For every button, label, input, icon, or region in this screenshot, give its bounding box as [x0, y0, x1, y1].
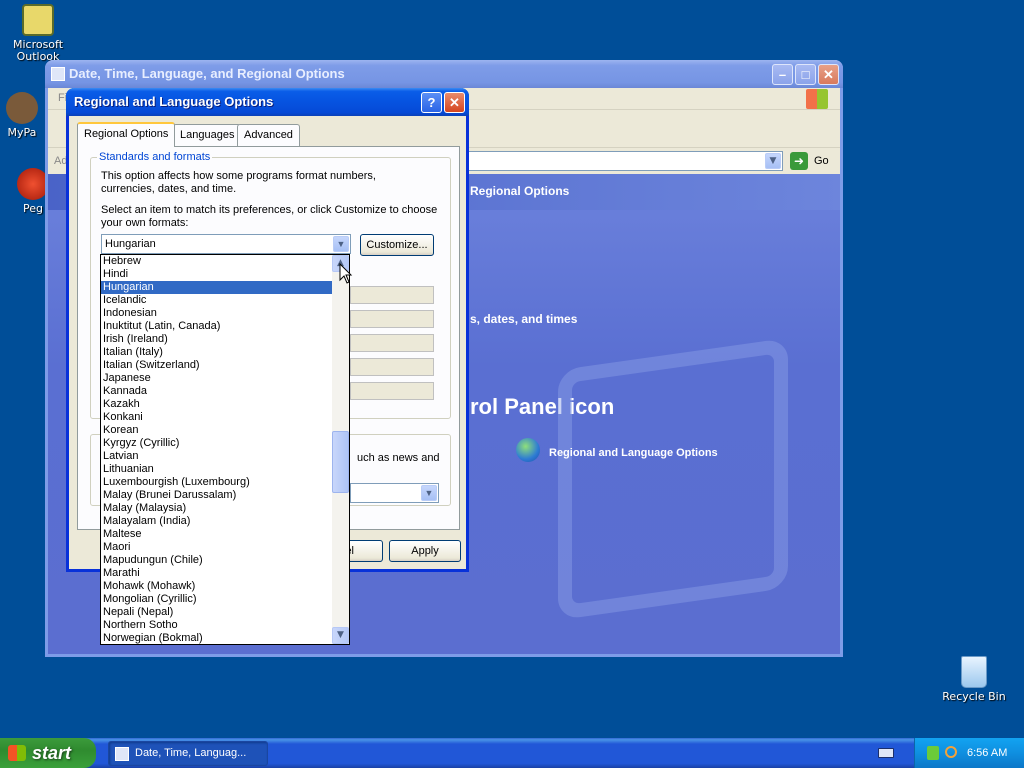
sample-field: [350, 286, 434, 304]
locale-list-item[interactable]: Korean: [101, 424, 333, 437]
locale-list-item[interactable]: Northern Sotho: [101, 619, 333, 632]
control-panel-icon: [115, 747, 129, 761]
windows-logo-icon: [806, 89, 828, 109]
locale-list-item[interactable]: Inuktitut (Latin, Canada): [101, 320, 333, 333]
sample-field: [350, 358, 434, 376]
windows-flag-icon: [8, 745, 26, 761]
taskbar-item-control-panel[interactable]: Date, Time, Languag...: [108, 741, 268, 766]
system-tray: 6:56 AM: [914, 738, 1024, 768]
desktop-icon-recycle-bin[interactable]: Recycle Bin: [936, 656, 1012, 703]
locale-list-item[interactable]: Norwegian (Bokmal): [101, 632, 333, 644]
watermark-graphic: [558, 337, 788, 621]
control-panel-titlebar[interactable]: Date, Time, Language, and Regional Optio…: [45, 60, 843, 88]
locale-list-item[interactable]: Italian (Switzerland): [101, 359, 333, 372]
locale-list-item[interactable]: Malay (Brunei Darussalam): [101, 489, 333, 502]
sample-field: [350, 334, 434, 352]
taskbar: start Date, Time, Languag... 6:56 AM: [0, 738, 1024, 768]
scroll-thumb[interactable]: [332, 431, 349, 493]
sample-field: [350, 382, 434, 400]
group-title: Standards and formats: [97, 151, 213, 163]
mouse-cursor-icon: [339, 263, 353, 284]
keyboard-icon[interactable]: [878, 748, 894, 758]
network-icon[interactable]: [927, 746, 939, 760]
taskbar-item-label: Date, Time, Languag...: [135, 747, 247, 759]
locale-list-item[interactable]: Icelandic: [101, 294, 333, 307]
locale-list-item[interactable]: Latvian: [101, 450, 333, 463]
app-shortcut-icon: [6, 92, 38, 124]
scroll-down-button[interactable]: ▼: [332, 627, 349, 644]
chevron-down-icon[interactable]: ▼: [765, 153, 781, 169]
search-icon[interactable]: [945, 746, 957, 758]
clock: 6:56 AM: [967, 747, 1008, 759]
tab-regional-options[interactable]: Regional Options: [77, 122, 176, 147]
locale-list-item[interactable]: Kazakh: [101, 398, 333, 411]
locale-list-item[interactable]: Irish (Ireland): [101, 333, 333, 346]
locale-list-item[interactable]: Italian (Italy): [101, 346, 333, 359]
locale-list-item[interactable]: Kyrgyz (Cyrillic): [101, 437, 333, 450]
locale-list-item[interactable]: Hungarian: [101, 281, 333, 294]
locale-list-item[interactable]: Mohawk (Mohawk): [101, 580, 333, 593]
customize-button[interactable]: Customize...: [360, 234, 434, 256]
select-description: Select an item to match its preferences,…: [101, 204, 438, 229]
maximize-button[interactable]: □: [795, 64, 816, 85]
task-link-fragment[interactable]: s, dates, and times: [470, 313, 577, 326]
locale-list-item[interactable]: Luxembourgish (Luxembourg): [101, 476, 333, 489]
start-button[interactable]: start: [0, 738, 96, 768]
start-label: start: [32, 743, 72, 763]
locale-select[interactable]: Hungarian ▼: [101, 234, 351, 254]
list-scrollbar[interactable]: ▲ ▼: [332, 255, 349, 644]
recycle-bin-icon: [961, 656, 987, 688]
dialog-titlebar[interactable]: Regional and Language Options ? ✕: [66, 88, 469, 116]
minimize-button[interactable]: –: [772, 64, 793, 85]
locale-list-item[interactable]: Indonesian: [101, 307, 333, 320]
dialog-title: Regional and Language Options: [74, 94, 274, 109]
locale-list-item[interactable]: Lithuanian: [101, 463, 333, 476]
locale-list-item[interactable]: Nepali (Nepal): [101, 606, 333, 619]
close-button[interactable]: ✕: [444, 92, 465, 113]
go-button[interactable]: ➜ Go: [790, 151, 834, 171]
locale-list-item[interactable]: Hebrew: [101, 255, 333, 268]
apply-button[interactable]: Apply: [389, 540, 461, 562]
locale-list-item[interactable]: Japanese: [101, 372, 333, 385]
locale-select-value: Hungarian: [105, 238, 156, 250]
locale-list-item[interactable]: Marathi: [101, 567, 333, 580]
location-description: uch as news and: [357, 452, 440, 464]
globe-icon: [516, 438, 540, 462]
window-title: Date, Time, Language, and Regional Optio…: [69, 66, 345, 81]
address-input[interactable]: ▼: [428, 151, 783, 171]
tab-languages[interactable]: Languages: [173, 124, 242, 146]
sample-field: [350, 310, 434, 328]
locale-list-item[interactable]: Mongolian (Cyrillic): [101, 593, 333, 606]
chevron-down-icon[interactable]: ▼: [421, 485, 437, 501]
locale-list-item[interactable]: Kannada: [101, 385, 333, 398]
close-button[interactable]: ✕: [818, 64, 839, 85]
outlook-icon: [22, 4, 54, 36]
locale-list-item[interactable]: Maltese: [101, 528, 333, 541]
desktop-icon-outlook[interactable]: Microsoft Outlook: [0, 4, 76, 63]
chevron-down-icon[interactable]: ▼: [333, 236, 349, 252]
go-label: Go: [814, 155, 829, 167]
regional-link[interactable]: Regional and Language Options: [549, 447, 718, 460]
help-button[interactable]: ?: [421, 92, 442, 113]
group-description: This option affects how some programs fo…: [101, 170, 376, 195]
locale-list-item[interactable]: Maori: [101, 541, 333, 554]
locale-list-item[interactable]: Malayalam (India): [101, 515, 333, 528]
heading-fragment: Regional Options: [470, 184, 570, 198]
locale-list-item[interactable]: Mapudungun (Chile): [101, 554, 333, 567]
locale-list-items: Hebrew Hindi Hungarian Icelandic Indonesian I…: [101, 255, 349, 644]
locale-list-item[interactable]: Konkani: [101, 411, 333, 424]
location-select[interactable]: ▼: [350, 483, 439, 503]
window-icon: [51, 67, 65, 81]
tab-advanced[interactable]: Advanced: [237, 124, 300, 146]
locale-list-item[interactable]: Hindi: [101, 268, 333, 281]
go-arrow-icon: ➜: [790, 152, 808, 170]
desktop-icon-label: Recycle Bin: [942, 690, 1006, 703]
locale-dropdown-list[interactable]: Hebrew Hindi Hungarian Icelandic Indonesian I…: [100, 254, 350, 645]
locale-list-item[interactable]: Malay (Malaysia): [101, 502, 333, 515]
